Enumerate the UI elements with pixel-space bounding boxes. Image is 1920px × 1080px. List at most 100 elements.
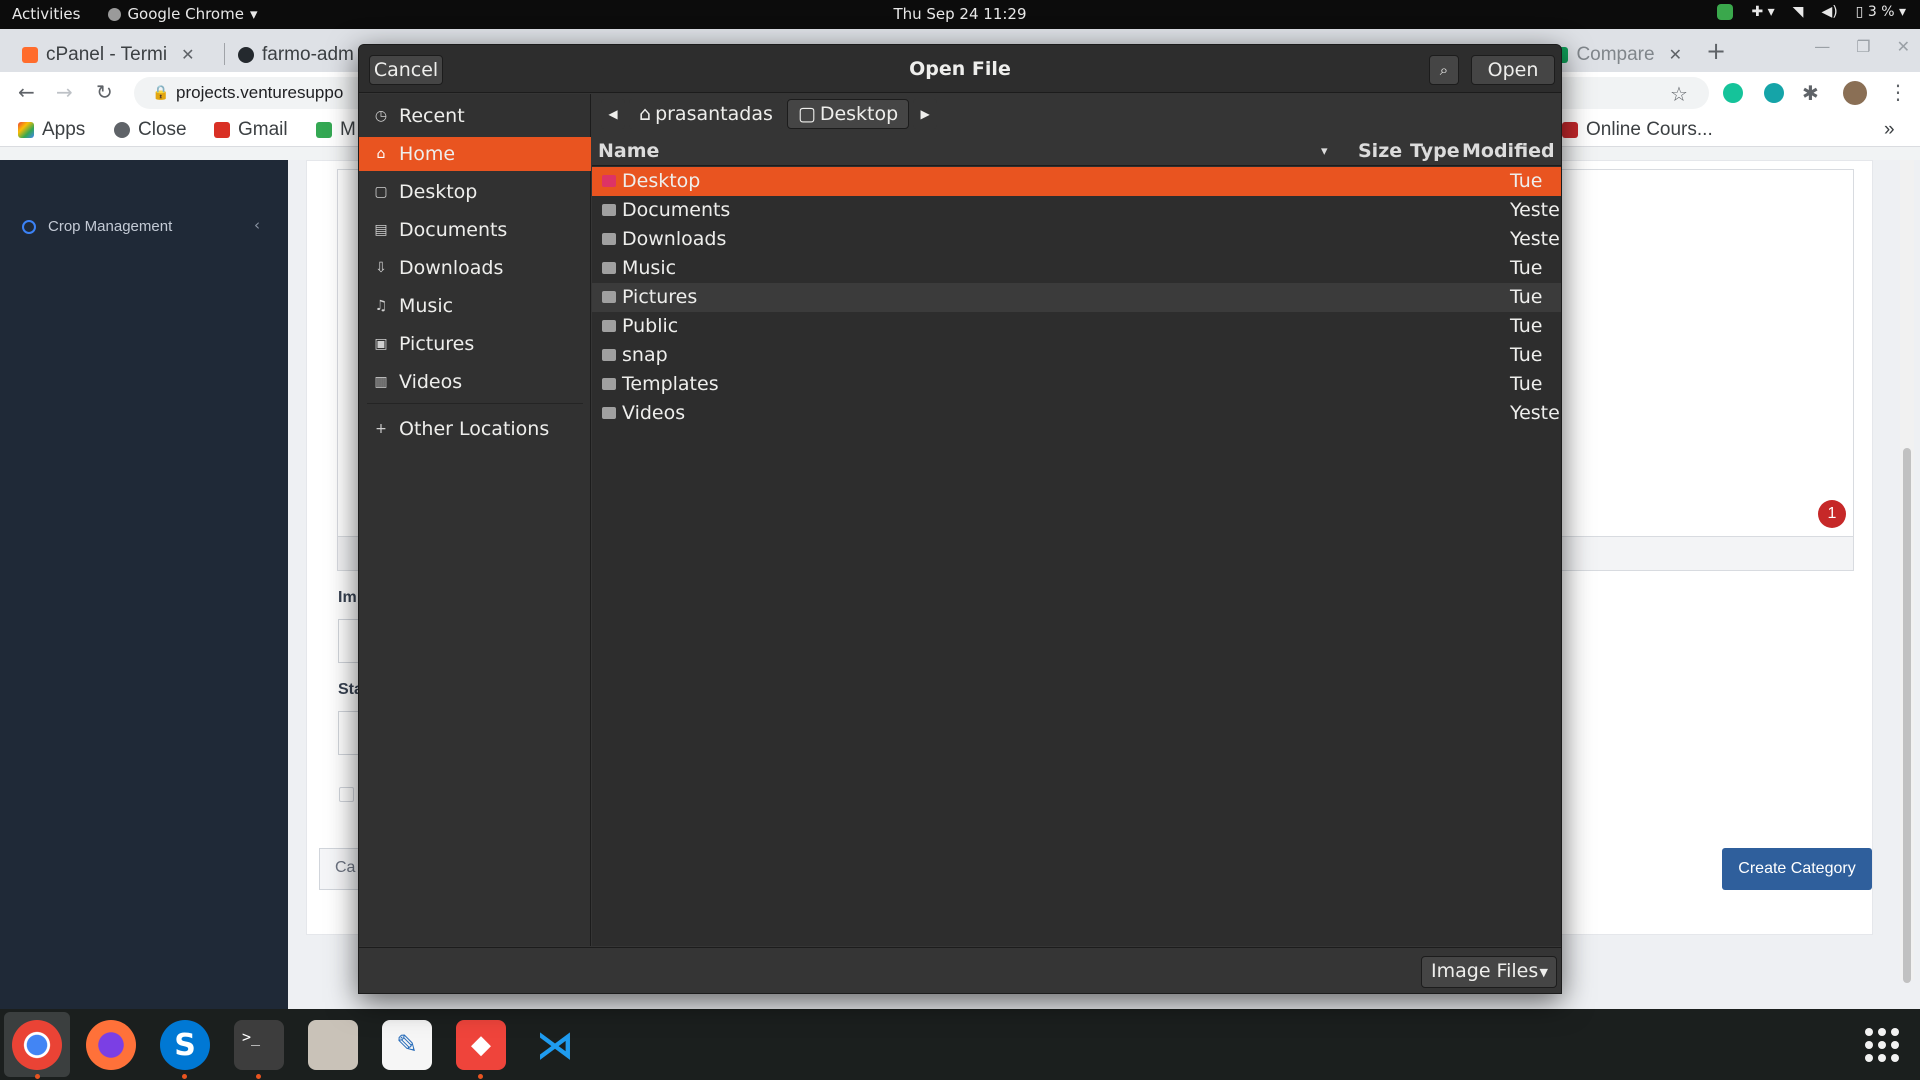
- extension-m-icon[interactable]: [1764, 83, 1784, 103]
- column-size[interactable]: Size: [1358, 140, 1402, 162]
- file-name: Music: [622, 257, 677, 279]
- path-button-desktop[interactable]: ▢ Desktop: [786, 99, 910, 129]
- column-name[interactable]: Name: [598, 140, 659, 162]
- download-icon: ⇩: [375, 260, 387, 276]
- file-row[interactable]: Music Tue: [592, 254, 1561, 283]
- url-text: projects.venturesuppo: [176, 83, 344, 102]
- close-icon[interactable]: ✕: [181, 45, 194, 65]
- folder-icon: [602, 262, 616, 274]
- dialog-title: Open File: [909, 58, 1011, 80]
- place-home[interactable]: ⌂ Home: [359, 137, 591, 171]
- notification-badge[interactable]: 1: [1818, 500, 1846, 528]
- chrome-icon[interactable]: [12, 1020, 62, 1070]
- places-sidebar: ◷ Recent ⌂ Home ▢ Desktop ▤ Documents ⇩ …: [359, 94, 591, 946]
- reload-icon[interactable]: ↻: [96, 80, 113, 104]
- files-icon[interactable]: [308, 1020, 358, 1070]
- chevron-left-icon[interactable]: ‹: [254, 216, 260, 234]
- page-scrollbar[interactable]: [1900, 160, 1914, 983]
- file-row[interactable]: Pictures Tue: [592, 283, 1561, 312]
- chevron-down-icon: ▼: [1539, 966, 1548, 979]
- tab-title: Compare: [1576, 43, 1655, 65]
- accessibility-icon[interactable]: ✚ ▾: [1751, 4, 1774, 20]
- dock: S >_ ✎ ◆ ⋊: [0, 1009, 1920, 1080]
- place-recent[interactable]: ◷ Recent: [359, 99, 591, 133]
- folder-icon: [602, 320, 616, 332]
- file-modified: Tue: [1510, 257, 1543, 279]
- avatar[interactable]: [1843, 81, 1867, 105]
- file-name: Desktop: [622, 170, 701, 192]
- file-type-filter[interactable]: Image Files ▼: [1421, 956, 1557, 988]
- gmail-icon: [214, 122, 230, 138]
- close-window-icon[interactable]: ✕: [1897, 37, 1910, 56]
- new-tab-button[interactable]: +: [1706, 37, 1726, 65]
- minimize-icon[interactable]: —: [1814, 37, 1830, 56]
- battery-indicator: ▯ 3 % ▾: [1855, 4, 1906, 20]
- desktop-icon: ▢: [797, 103, 816, 125]
- show-applications-icon[interactable]: [1865, 1028, 1899, 1062]
- file-name: Videos: [622, 402, 686, 424]
- bookmark-online-courses[interactable]: Online Cours...: [1562, 119, 1713, 141]
- file-row[interactable]: Desktop Tue: [592, 167, 1561, 196]
- file-row[interactable]: Public Tue: [592, 312, 1561, 341]
- file-row[interactable]: Downloads Yesterday: [592, 225, 1561, 254]
- system-tray[interactable]: ✚ ▾ ◥ ◀) ▯ 3 % ▾: [1717, 4, 1906, 20]
- place-downloads[interactable]: ⇩ Downloads: [359, 251, 591, 285]
- tab-github[interactable]: farmo-adm: [226, 37, 366, 72]
- bookmark-close[interactable]: Close: [114, 119, 187, 141]
- grammarly-icon[interactable]: [1723, 83, 1743, 103]
- close-icon[interactable]: ✕: [1669, 45, 1682, 65]
- place-documents[interactable]: ▤ Documents: [359, 213, 591, 247]
- file-name: Documents: [622, 199, 731, 221]
- file-name: Templates: [622, 373, 719, 395]
- open-button[interactable]: Open: [1471, 55, 1555, 85]
- clock[interactable]: Thu Sep 24 11:29: [0, 5, 1920, 23]
- place-music[interactable]: ♫ Music: [359, 289, 591, 323]
- firefox-icon[interactable]: [86, 1020, 136, 1070]
- place-desktop[interactable]: ▢ Desktop: [359, 175, 591, 209]
- place-pictures[interactable]: ▣ Pictures: [359, 327, 591, 361]
- tab-cpanel[interactable]: cPanel - Termi ✕: [10, 37, 224, 72]
- path-forward-arrow-icon[interactable]: ▶: [913, 99, 938, 129]
- path-back-arrow-icon[interactable]: ◀: [601, 99, 625, 129]
- file-row[interactable]: Templates Tue: [592, 370, 1561, 399]
- file-name: Pictures: [622, 286, 698, 308]
- column-type[interactable]: Type: [1410, 140, 1460, 162]
- extensions-puzzle-icon[interactable]: ✱: [1802, 81, 1819, 105]
- create-category-button[interactable]: Create Category: [1722, 848, 1872, 890]
- terminal-icon[interactable]: >_: [234, 1020, 284, 1070]
- path-button-home[interactable]: ⌂ prasantadas: [629, 99, 783, 129]
- file-row[interactable]: Videos Yesterday: [592, 399, 1561, 428]
- update-tray-icon[interactable]: [1717, 4, 1734, 20]
- place-label: Music: [399, 295, 454, 317]
- place-videos[interactable]: ▥ Videos: [359, 365, 591, 399]
- sidebar-item-crop-management[interactable]: Crop Management: [22, 218, 172, 235]
- maximize-icon[interactable]: ❐: [1856, 37, 1870, 56]
- place-other-locations[interactable]: + Other Locations: [359, 412, 591, 446]
- bookmark-gmail[interactable]: Gmail: [214, 119, 288, 141]
- anydesk-icon[interactable]: ◆: [456, 1020, 506, 1070]
- skype-icon[interactable]: S: [160, 1020, 210, 1070]
- bookmark-star-icon[interactable]: ☆: [1670, 82, 1688, 106]
- bookmark-maps[interactable]: M: [316, 119, 356, 141]
- menu-kebab-icon[interactable]: ⋮: [1888, 80, 1908, 104]
- text-editor-icon[interactable]: ✎: [382, 1020, 432, 1070]
- checkbox[interactable]: [339, 787, 354, 802]
- folder-icon: [602, 407, 616, 419]
- dialog-header: Cancel Open File ⌕ Open: [359, 45, 1561, 93]
- column-modified[interactable]: Modified: [1462, 140, 1555, 162]
- window-controls: — ❐ ✕: [1814, 37, 1910, 56]
- search-icon[interactable]: ⌕: [1429, 55, 1459, 85]
- scrollbar-thumb[interactable]: [1903, 448, 1911, 983]
- back-icon[interactable]: ←: [18, 80, 35, 104]
- bookmark-apps[interactable]: Apps: [18, 119, 85, 141]
- battery-icon: ▯: [1855, 4, 1864, 20]
- bookmarks-overflow[interactable]: »: [1884, 119, 1895, 141]
- open-file-dialog: Cancel Open File ⌕ Open ◷ Recent ⌂ Home …: [358, 44, 1562, 994]
- vscode-icon[interactable]: ⋊: [530, 1020, 580, 1070]
- file-row[interactable]: snap Tue: [592, 341, 1561, 370]
- forward-icon[interactable]: →: [56, 80, 73, 104]
- place-label: Home: [399, 143, 456, 165]
- file-row[interactable]: Documents Yesterday: [592, 196, 1561, 225]
- file-list: Name ▾ Size Type Modified Desktop Tue Do…: [592, 137, 1561, 946]
- desktop-icon: ▢: [374, 184, 388, 200]
